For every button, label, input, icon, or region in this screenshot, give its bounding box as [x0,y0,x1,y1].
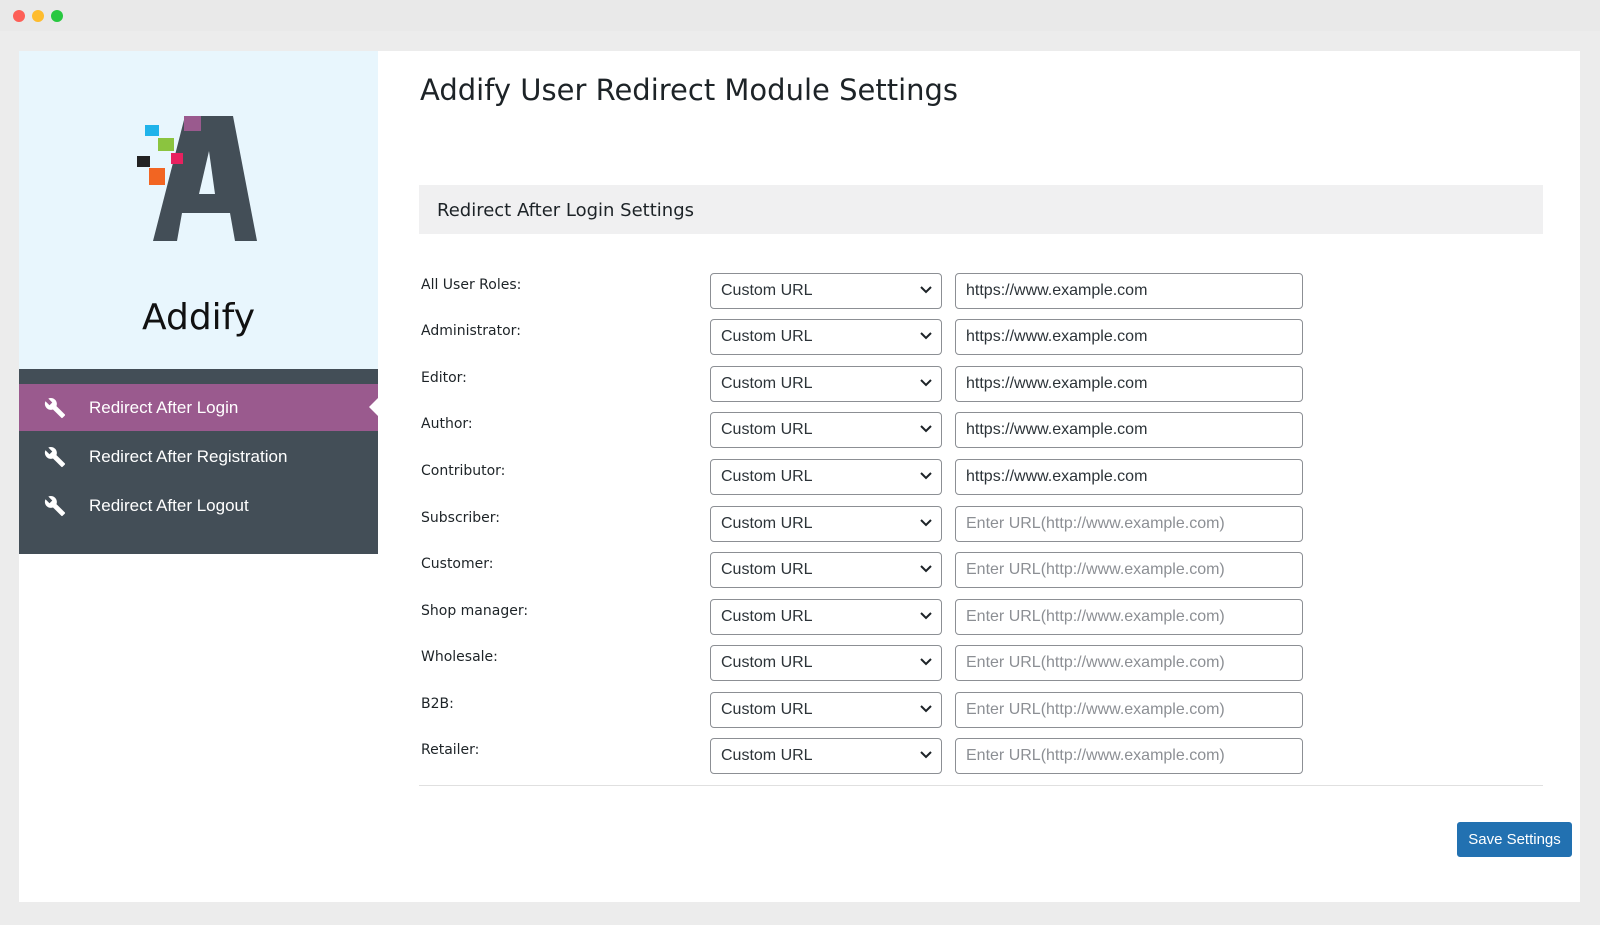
main-content: Addify User Redirect Module Settings Red… [419,51,1580,902]
redirect-type-select[interactable]: Custom URL [710,366,942,402]
wrench-icon [44,495,66,517]
sidebar-item-label: Redirect After Registration [89,446,288,466]
redirect-type-select[interactable]: Custom URL [710,506,942,542]
redirect-type-select[interactable]: Custom URL [710,692,942,728]
role-label: Wholesale: [421,649,498,665]
role-label: Author: [421,416,473,432]
chevron-down-icon [920,705,932,713]
brand-panel: Addify [19,51,378,369]
chevron-down-icon [920,565,932,573]
window-titlebar [0,0,1600,31]
chevron-down-icon [920,612,932,620]
section-title: Redirect After Login Settings [437,200,695,221]
app-window: Addify Redirect After Login Redirect Aft… [19,51,1580,902]
role-row: All User Roles: Custom URL [419,273,1543,309]
redirect-type-select[interactable]: Custom URL [710,599,942,635]
select-value: Custom URL [721,375,813,392]
role-row: Author: Custom URL [419,412,1543,448]
select-value: Custom URL [721,328,813,345]
chevron-down-icon [920,286,932,294]
redirect-url-input[interactable] [955,738,1303,774]
save-settings-button[interactable]: Save Settings [1457,822,1572,857]
redirect-type-select[interactable]: Custom URL [710,412,942,448]
select-value: Custom URL [721,747,813,764]
redirect-url-input[interactable] [955,273,1303,309]
redirect-url-input[interactable] [955,459,1303,495]
select-value: Custom URL [721,515,813,532]
sidebar-item-redirect-after-registration[interactable]: Redirect After Registration [19,433,378,480]
role-label: Subscriber: [421,510,501,526]
sidebar-nav: Redirect After Login Redirect After Regi… [19,369,378,554]
maximize-window-button[interactable] [51,10,63,22]
divider [419,785,1543,786]
role-row: Administrator: Custom URL [419,319,1543,355]
wrench-icon [44,446,66,468]
select-value: Custom URL [721,468,813,485]
select-value: Custom URL [721,654,813,671]
redirect-type-select[interactable]: Custom URL [710,273,942,309]
chevron-down-icon [920,379,932,387]
redirect-url-input[interactable] [955,599,1303,635]
sidebar-item-redirect-after-login[interactable]: Redirect After Login [19,384,378,431]
redirect-url-input[interactable] [955,366,1303,402]
sidebar-item-redirect-after-logout[interactable]: Redirect After Logout [19,482,378,529]
role-row: Contributor: Custom URL [419,459,1543,495]
role-row: Subscriber: Custom URL [419,506,1543,542]
minimize-window-button[interactable] [32,10,44,22]
role-label: B2B: [421,696,454,712]
role-label: Contributor: [421,463,506,479]
chevron-down-icon [920,658,932,666]
redirect-url-input[interactable] [955,506,1303,542]
select-value: Custom URL [721,701,813,718]
role-label: All User Roles: [421,277,522,293]
chevron-down-icon [920,332,932,340]
role-label: Customer: [421,556,494,572]
select-value: Custom URL [721,282,813,299]
chevron-down-icon [920,751,932,759]
select-value: Custom URL [721,421,813,438]
redirect-url-input[interactable] [955,692,1303,728]
role-row: Retailer: Custom URL [419,738,1543,774]
wrench-icon [44,397,66,419]
sidebar: Addify Redirect After Login Redirect Aft… [19,51,378,554]
select-value: Custom URL [721,561,813,578]
close-window-button[interactable] [13,10,25,22]
redirect-url-input[interactable] [955,645,1303,681]
redirect-type-select[interactable]: Custom URL [710,319,942,355]
page-title: Addify User Redirect Module Settings [420,73,959,107]
sidebar-item-label: Redirect After Logout [89,495,249,515]
redirect-type-select[interactable]: Custom URL [710,552,942,588]
role-row: Editor: Custom URL [419,366,1543,402]
role-label: Shop manager: [421,603,529,619]
redirect-type-select[interactable]: Custom URL [710,459,942,495]
brand-name: Addify [141,297,256,338]
role-row: Shop manager: Custom URL [419,599,1543,635]
role-label: Administrator: [421,323,521,339]
select-value: Custom URL [721,608,813,625]
redirect-type-select[interactable]: Custom URL [710,738,942,774]
redirect-type-select[interactable]: Custom URL [710,645,942,681]
role-label: Editor: [421,370,467,386]
chevron-down-icon [920,472,932,480]
chevron-down-icon [920,519,932,527]
section-header: Redirect After Login Settings [419,185,1543,234]
role-row: Customer: Custom URL [419,552,1543,588]
addify-logo [137,116,257,241]
role-row: B2B: Custom URL [419,692,1543,728]
chevron-down-icon [920,425,932,433]
role-row: Wholesale: Custom URL [419,645,1543,681]
redirect-url-input[interactable] [955,319,1303,355]
redirect-url-input[interactable] [955,412,1303,448]
sidebar-item-label: Redirect After Login [89,397,239,417]
role-label: Retailer: [421,742,480,758]
redirect-url-input[interactable] [955,552,1303,588]
